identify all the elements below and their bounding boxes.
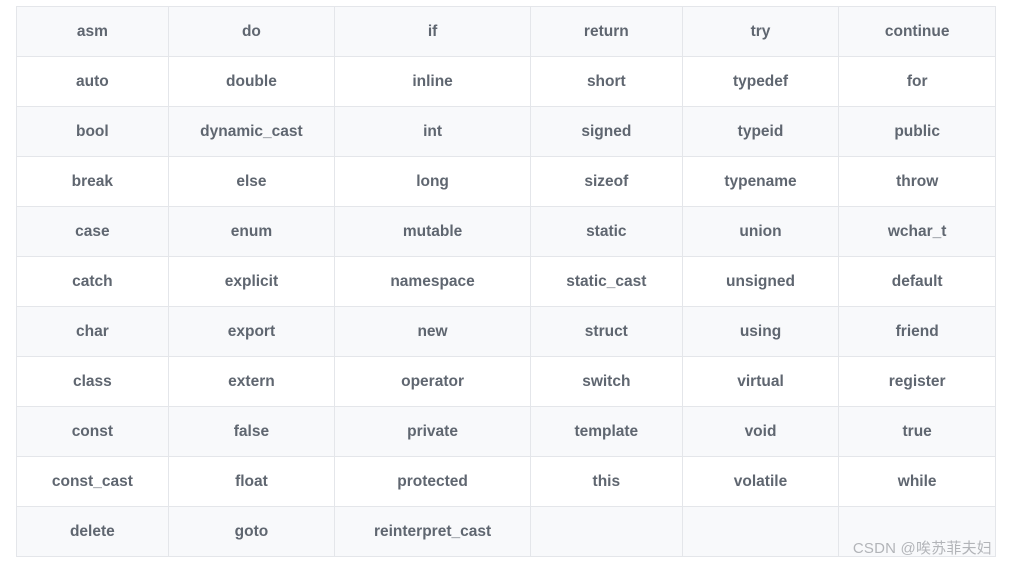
table-cell: virtual xyxy=(682,357,839,407)
table-row: catch explicit namespace static_cast uns… xyxy=(17,257,996,307)
table-cell: bool xyxy=(17,107,169,157)
table-cell: throw xyxy=(839,157,996,207)
table-cell: union xyxy=(682,207,839,257)
table-cell: sizeof xyxy=(530,157,682,207)
table-cell: try xyxy=(682,7,839,57)
table-cell: if xyxy=(335,7,531,57)
table-cell: case xyxy=(17,207,169,257)
table-cell: wchar_t xyxy=(839,207,996,257)
table-cell: typeid xyxy=(682,107,839,157)
table-row: delete goto reinterpret_cast xyxy=(17,507,996,557)
table-row: char export new struct using friend xyxy=(17,307,996,357)
keywords-table: asm do if return try continue auto doubl… xyxy=(16,6,996,557)
table-cell: const xyxy=(17,407,169,457)
table-cell: do xyxy=(168,7,334,57)
table-cell: long xyxy=(335,157,531,207)
table-cell: delete xyxy=(17,507,169,557)
table-row: class extern operator switch virtual reg… xyxy=(17,357,996,407)
table-cell: enum xyxy=(168,207,334,257)
table-cell: return xyxy=(530,7,682,57)
table-cell: double xyxy=(168,57,334,107)
table-cell: catch xyxy=(17,257,169,307)
table-cell: this xyxy=(530,457,682,507)
table-row: asm do if return try continue xyxy=(17,7,996,57)
table-cell: export xyxy=(168,307,334,357)
table-cell: else xyxy=(168,157,334,207)
table-cell: int xyxy=(335,107,531,157)
table-cell: new xyxy=(335,307,531,357)
table-cell: typename xyxy=(682,157,839,207)
table-cell: for xyxy=(839,57,996,107)
table-cell: char xyxy=(17,307,169,357)
table-cell: using xyxy=(682,307,839,357)
table-cell: while xyxy=(839,457,996,507)
table-cell: signed xyxy=(530,107,682,157)
table-cell xyxy=(530,507,682,557)
table-row: const_cast float protected this volatile… xyxy=(17,457,996,507)
table-cell: const_cast xyxy=(17,457,169,507)
table-cell: register xyxy=(839,357,996,407)
table-cell: extern xyxy=(168,357,334,407)
table-cell: true xyxy=(839,407,996,457)
table-cell: mutable xyxy=(335,207,531,257)
table-cell: default xyxy=(839,257,996,307)
table-row: auto double inline short typedef for xyxy=(17,57,996,107)
table-cell: protected xyxy=(335,457,531,507)
table-cell: static xyxy=(530,207,682,257)
table-row: const false private template void true xyxy=(17,407,996,457)
table-cell: template xyxy=(530,407,682,457)
table-cell: namespace xyxy=(335,257,531,307)
table-cell: public xyxy=(839,107,996,157)
table-cell: false xyxy=(168,407,334,457)
table-cell xyxy=(839,507,996,557)
table-row: break else long sizeof typename throw xyxy=(17,157,996,207)
table-cell: static_cast xyxy=(530,257,682,307)
table-cell: continue xyxy=(839,7,996,57)
table-cell: unsigned xyxy=(682,257,839,307)
table-cell: float xyxy=(168,457,334,507)
table-cell: private xyxy=(335,407,531,457)
table-cell: operator xyxy=(335,357,531,407)
table-cell: reinterpret_cast xyxy=(335,507,531,557)
table-cell: typedef xyxy=(682,57,839,107)
table-cell: struct xyxy=(530,307,682,357)
table-cell: asm xyxy=(17,7,169,57)
table-cell: break xyxy=(17,157,169,207)
table-cell: goto xyxy=(168,507,334,557)
table-cell: short xyxy=(530,57,682,107)
table-cell: void xyxy=(682,407,839,457)
table-cell: switch xyxy=(530,357,682,407)
table-row: case enum mutable static union wchar_t xyxy=(17,207,996,257)
table-cell: auto xyxy=(17,57,169,107)
table-cell: dynamic_cast xyxy=(168,107,334,157)
table-cell xyxy=(682,507,839,557)
table-row: bool dynamic_cast int signed typeid publ… xyxy=(17,107,996,157)
table-cell: explicit xyxy=(168,257,334,307)
table-cell: class xyxy=(17,357,169,407)
table-cell: volatile xyxy=(682,457,839,507)
table-cell: friend xyxy=(839,307,996,357)
table-cell: inline xyxy=(335,57,531,107)
